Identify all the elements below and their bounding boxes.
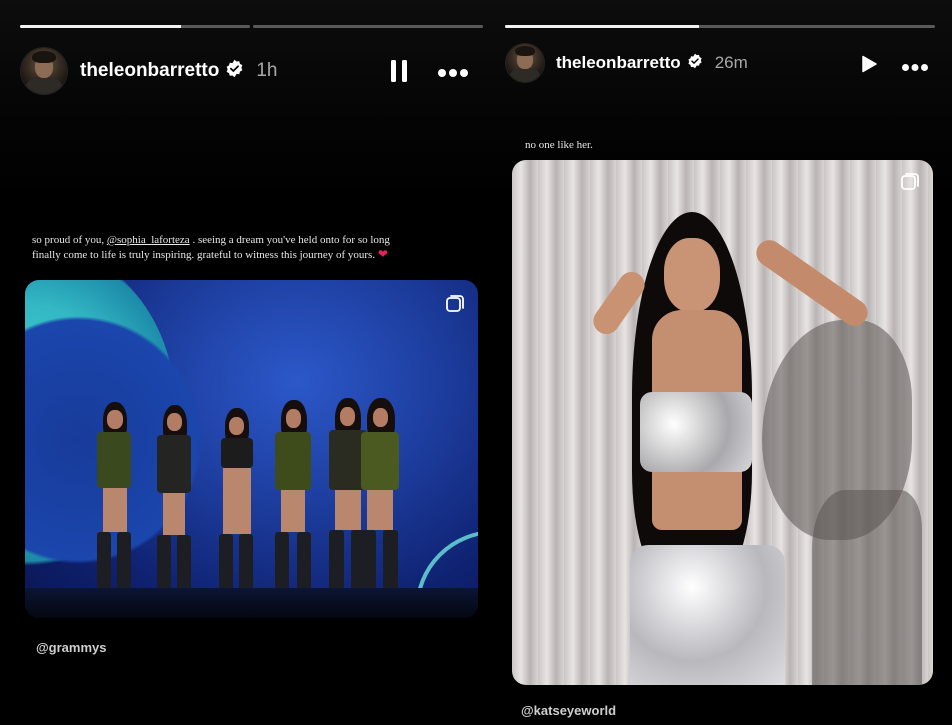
heart-emoji: ❤	[377, 246, 388, 261]
source-handle[interactable]: @katseyeworld	[521, 703, 616, 718]
story-caption: no one like her.	[525, 139, 593, 151]
username[interactable]: theleonbarretto	[80, 60, 219, 82]
post-time: 1h	[256, 60, 278, 81]
story-panel-left[interactable]: theleonbarretto 1h so proud of you, @sop…	[0, 0, 495, 725]
source-handle[interactable]: @grammys	[36, 640, 106, 655]
story-progress-segment-2	[253, 25, 483, 28]
carousel-icon	[901, 173, 919, 190]
shared-post-photo[interactable]	[25, 280, 478, 618]
progress-fill-right	[505, 25, 699, 28]
model-arm-right	[751, 235, 873, 331]
pause-icon	[391, 60, 407, 82]
avatar[interactable]	[505, 43, 545, 83]
more-icon	[902, 64, 928, 71]
more-options-button[interactable]	[437, 65, 469, 83]
story-panel-right[interactable]: theleonbarretto 26m no one like her. @ka…	[495, 0, 952, 725]
mention-link[interactable]: @sophia_laforteza	[107, 234, 190, 246]
sequin-top	[640, 392, 752, 472]
story-caption: so proud of you, @sophia_laforteza . see…	[32, 234, 404, 262]
wall-shadow-lower	[812, 490, 922, 685]
performer-1	[87, 402, 147, 612]
carousel-icon	[446, 295, 464, 312]
more-icon	[438, 69, 468, 77]
caption-text-start: so proud of you,	[32, 234, 107, 246]
performer-2	[145, 405, 205, 610]
performer-6	[347, 398, 413, 613]
post-time: 26m	[714, 53, 748, 72]
play-button[interactable]	[861, 55, 877, 78]
shared-post-photo[interactable]	[512, 160, 933, 685]
verified-badge-icon	[225, 59, 244, 83]
stage-floor	[25, 588, 478, 618]
more-options-button[interactable]	[901, 59, 929, 77]
story-progress-segment-1	[20, 25, 250, 28]
progress-fill-1	[20, 25, 181, 28]
pause-button[interactable]	[390, 59, 408, 88]
performer-3	[207, 408, 267, 610]
avatar[interactable]	[20, 47, 68, 95]
model-face	[664, 238, 720, 312]
story-progress-segment-1	[505, 25, 935, 28]
verified-badge-icon	[687, 53, 703, 74]
play-icon	[862, 55, 877, 73]
username[interactable]: theleonbarretto	[556, 53, 681, 73]
sequin-skirt	[630, 545, 785, 685]
performer-4	[263, 400, 325, 610]
